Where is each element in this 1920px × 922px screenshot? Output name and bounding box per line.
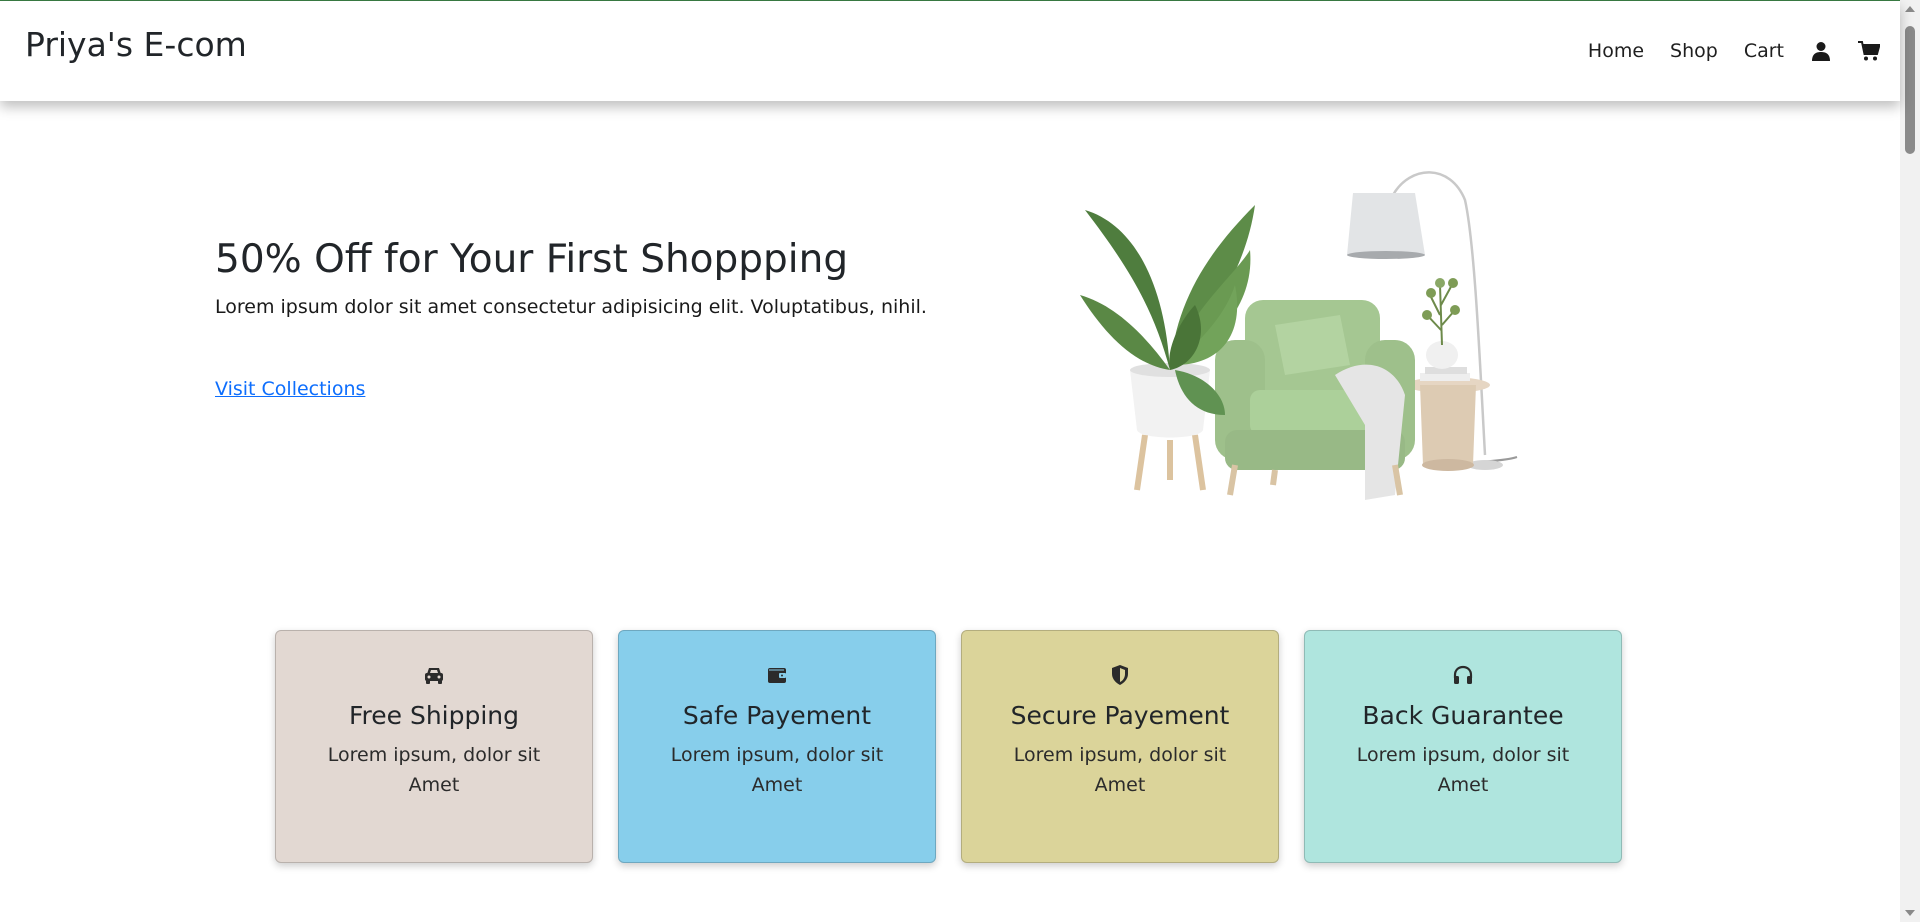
headphones-icon xyxy=(1453,665,1473,684)
user-icon[interactable] xyxy=(1810,40,1832,62)
feature-text: Lorem ipsum, dolor sit Amet xyxy=(670,744,884,796)
hero-subtitle: Lorem ipsum dolor sit amet consectetur a… xyxy=(215,296,927,318)
feature-text: Lorem ipsum, dolor sit Amet xyxy=(1356,744,1570,796)
nav-home-link[interactable]: Home xyxy=(1588,40,1644,62)
visit-collections-link[interactable]: Visit Collections xyxy=(215,378,365,400)
car-icon xyxy=(425,668,443,684)
feature-text: Lorem ipsum, dolor sit Amet xyxy=(1013,744,1227,796)
feature-title: Safe Payement xyxy=(682,701,872,730)
scroll-thumb[interactable] xyxy=(1905,26,1915,154)
feature-card-back-guarantee: Back Guarantee Lorem ipsum, dolor sit Am… xyxy=(1304,630,1622,863)
feature-text: Lorem ipsum, dolor sit Amet xyxy=(327,744,541,796)
hero-image xyxy=(1075,165,1555,500)
hero-section: 50% Off for Your First Shoppping Lorem i… xyxy=(215,237,1015,400)
scroll-down-arrow-icon[interactable] xyxy=(1905,910,1915,916)
brand-logo[interactable]: Priya's E-com xyxy=(25,25,247,64)
feature-title: Free Shipping xyxy=(348,701,520,730)
nav-cart-link[interactable]: Cart xyxy=(1744,40,1784,62)
navbar: Priya's E-com Home Shop Cart xyxy=(0,1,1900,101)
nav-links: Home Shop Cart xyxy=(1588,40,1880,62)
scroll-up-arrow-icon[interactable] xyxy=(1905,6,1915,12)
feature-card-safe-payement: Safe Payement Lorem ipsum, dolor sit Ame… xyxy=(618,630,936,863)
shield-icon xyxy=(1112,665,1128,685)
page-scrollbar[interactable] xyxy=(1900,0,1920,922)
nav-shop-link[interactable]: Shop xyxy=(1670,40,1718,62)
wallet-icon xyxy=(768,668,786,683)
features-row: Free Shipping Lorem ipsum, dolor sit Ame… xyxy=(275,630,1622,863)
feature-card-free-shipping: Free Shipping Lorem ipsum, dolor sit Ame… xyxy=(275,630,593,863)
cart-icon[interactable] xyxy=(1858,40,1880,62)
feature-title: Secure Payement xyxy=(1010,701,1230,730)
feature-title: Back Guarantee xyxy=(1362,701,1564,730)
feature-card-secure-payement: Secure Payement Lorem ipsum, dolor sit A… xyxy=(961,630,1279,863)
hero-title: 50% Off for Your First Shoppping xyxy=(215,237,849,282)
